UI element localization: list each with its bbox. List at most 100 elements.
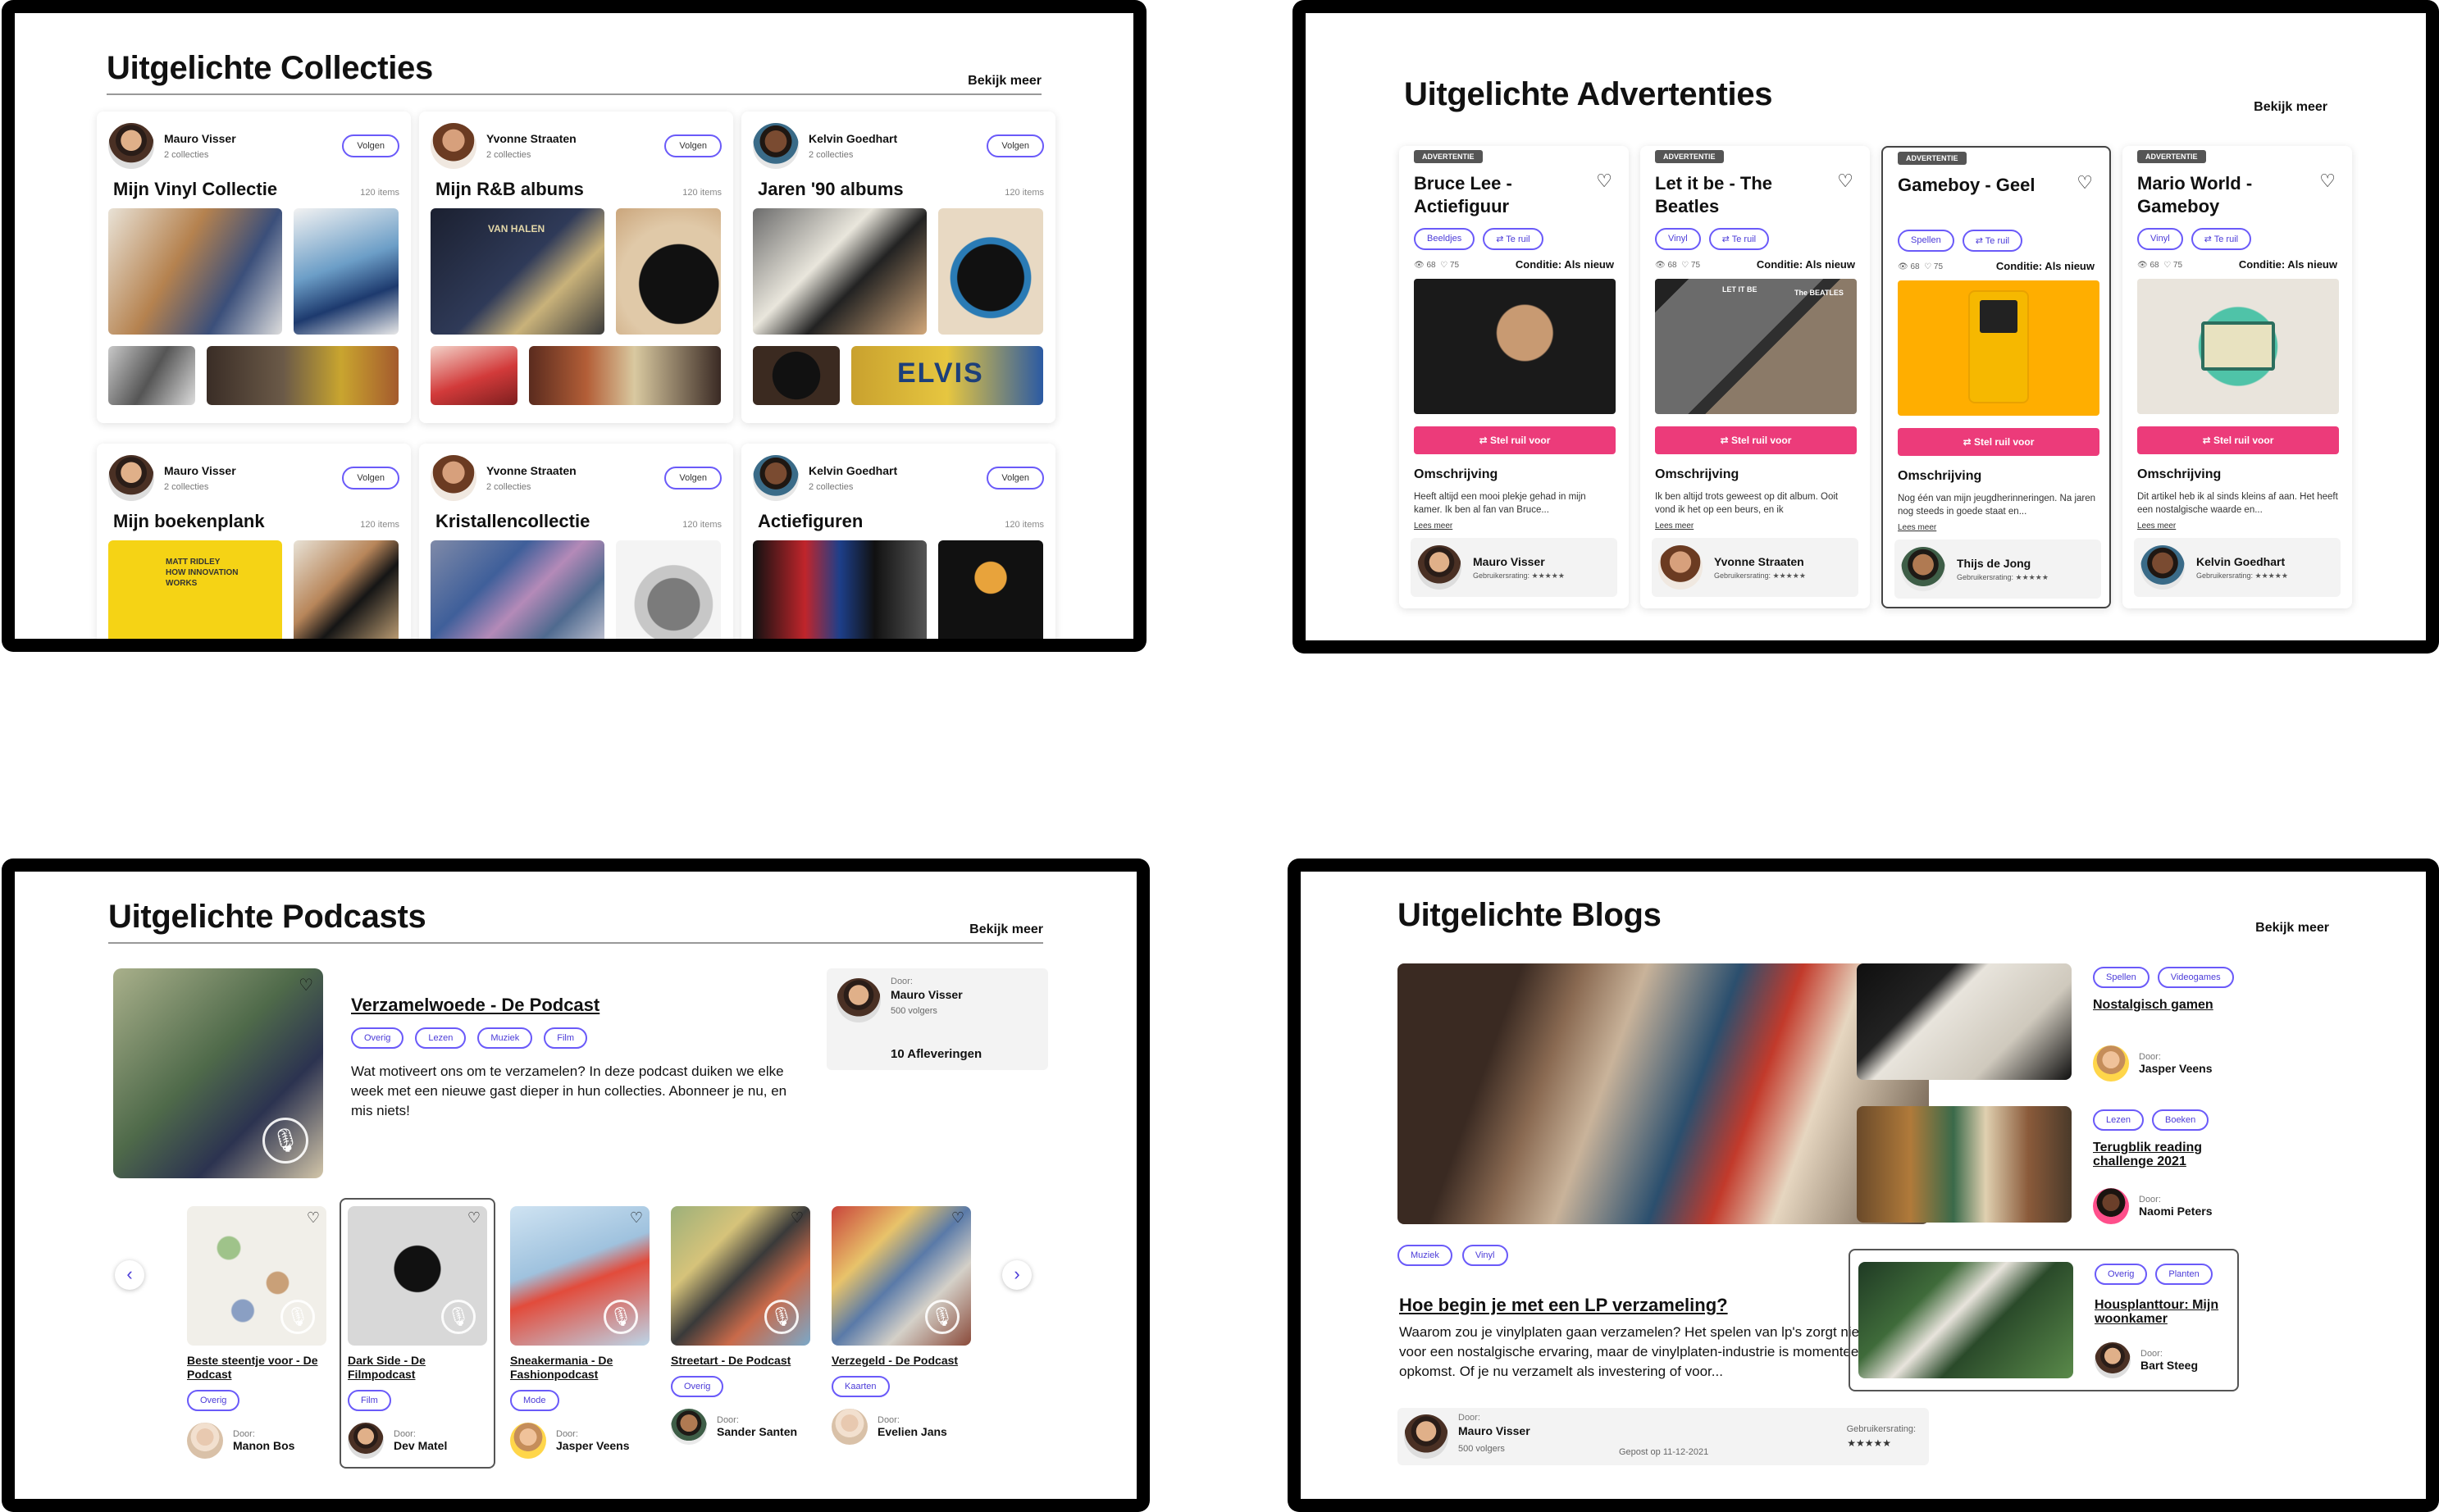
propose-trade-button[interactable]: ⇄ Stel ruil voor — [1414, 426, 1616, 454]
blog-image[interactable] — [1857, 963, 2072, 1080]
carousel-next-button[interactable]: › — [1002, 1260, 1032, 1290]
category-tag[interactable]: Vinyl — [2137, 228, 2183, 250]
podcast-image[interactable]: ♡ 🎙 — [187, 1206, 326, 1346]
blog-tag[interactable]: Planten — [2155, 1264, 2213, 1285]
collection-image[interactable] — [616, 208, 721, 335]
ad-image[interactable]: LET IT BE The BEATLES — [1655, 279, 1857, 414]
collection-card[interactable]: Mauro Visser 2 collecties Volgen Mijn boe… — [97, 444, 411, 639]
collection-card[interactable]: Yvonne Straaten 2 collecties Volgen Krist… — [419, 444, 733, 639]
propose-trade-button[interactable]: ⇄ Stel ruil voor — [1655, 426, 1857, 454]
featured-podcast-title[interactable]: Verzamelwoede - De Podcast — [351, 995, 599, 1016]
collection-image[interactable] — [753, 540, 927, 639]
collection-image[interactable] — [529, 346, 721, 405]
blog-main-title[interactable]: Hoe begin je met een LP verzameling? — [1399, 1295, 1728, 1316]
blog-tag[interactable]: Videogames — [2157, 967, 2234, 988]
podcast-card[interactable]: ♡ 🎙 Streetart - De Podcast Overig Door: Sa… — [671, 1206, 812, 1445]
blog-tag[interactable]: Vinyl — [1461, 1245, 1508, 1266]
podcasts-more-link[interactable]: Bekijk meer — [969, 922, 1043, 937]
heart-icon[interactable]: ♡ — [307, 1209, 320, 1227]
podcast-title[interactable]: Sneakermania - De Fashionpodcast — [510, 1354, 651, 1382]
podcast-tag[interactable]: Overig — [187, 1390, 240, 1411]
read-more-link[interactable]: Lees meer — [1414, 521, 1452, 531]
heart-icon[interactable]: ♡ — [951, 1209, 964, 1227]
heart-icon[interactable]: ♡ — [2319, 171, 2336, 192]
ad-image[interactable] — [2137, 279, 2339, 414]
ad-card[interactable]: ADVERTENTIE Bruce Lee - Actiefiguur ♡ Be… — [1399, 146, 1629, 608]
collection-image[interactable]: ELVIS — [851, 346, 1043, 405]
collection-image[interactable] — [616, 540, 721, 639]
collection-image[interactable] — [207, 346, 399, 405]
podcast-tag[interactable]: Film — [348, 1390, 391, 1411]
podcast-tag[interactable]: Film — [544, 1027, 588, 1049]
collection-image[interactable]: VAN HALEN — [431, 208, 604, 335]
collection-card[interactable]: Kelvin Goedhart 2 collecties Volgen Jaren… — [741, 112, 1055, 423]
podcast-image[interactable]: ♡ 🎙 — [510, 1206, 650, 1346]
collection-image[interactable] — [294, 540, 399, 639]
collection-image[interactable] — [294, 208, 399, 335]
podcast-card-selected[interactable]: ♡ 🎙 Dark Side - De Filmpodcast Film Door:… — [340, 1198, 495, 1469]
ad-card[interactable]: ADVERTENTIE Let it be - The Beatles ♡ Vi… — [1640, 146, 1870, 608]
follow-button[interactable]: Volgen — [987, 134, 1044, 157]
ad-user[interactable]: Mauro Visser Gebruikersrating: ★★★★★ — [1411, 538, 1617, 597]
heart-icon[interactable]: ♡ — [299, 975, 313, 995]
blog-title[interactable]: Nostalgisch gamen — [2093, 998, 2232, 1012]
blog-main-image[interactable] — [1397, 963, 1929, 1224]
podcast-card[interactable]: ♡ 🎙 Verzegeld - De Podcast Kaarten Door: E… — [832, 1206, 973, 1445]
heart-icon[interactable]: ♡ — [1837, 171, 1853, 192]
collection-image[interactable] — [938, 208, 1043, 335]
blog-side-item-selected[interactable]: Overig Planten Housplanttour: Mijn woonka… — [1849, 1249, 2239, 1391]
collection-image[interactable] — [108, 346, 195, 405]
heart-icon[interactable]: ♡ — [2077, 172, 2093, 194]
follow-button[interactable]: Volgen — [342, 134, 399, 157]
propose-trade-button[interactable]: ⇄ Stel ruil voor — [2137, 426, 2339, 454]
heart-icon[interactable]: ♡ — [467, 1209, 481, 1227]
heart-icon[interactable]: ♡ — [791, 1209, 804, 1227]
read-more-link[interactable]: Lees meer — [1898, 523, 1936, 532]
read-more-link[interactable]: Lees meer — [2137, 521, 2176, 531]
podcast-image[interactable]: ♡ 🎙 — [832, 1206, 971, 1346]
collection-image[interactable] — [108, 208, 282, 335]
follow-button[interactable]: Volgen — [664, 467, 722, 490]
ad-image[interactable] — [1414, 279, 1616, 414]
carousel-prev-button[interactable]: ‹ — [115, 1260, 144, 1290]
category-tag[interactable]: Beeldjes — [1414, 228, 1475, 250]
blog-tag[interactable]: Boeken — [2151, 1109, 2209, 1131]
read-more-link[interactable]: Lees meer — [1655, 521, 1694, 531]
blog-title[interactable]: Housplanttour: Mijn woonkamer — [2095, 1298, 2234, 1326]
collection-image[interactable] — [938, 540, 1043, 639]
podcast-host-card[interactable]: Door: Mauro Visser 500 volgers 10 Afleve… — [827, 968, 1048, 1070]
blog-image[interactable] — [1858, 1262, 2073, 1378]
propose-trade-button[interactable]: ⇄ Stel ruil voor — [1898, 428, 2099, 456]
ad-card[interactable]: ADVERTENTIE Mario World - Gameboy ♡ Viny… — [2122, 146, 2352, 608]
podcast-title[interactable]: Verzegeld - De Podcast — [832, 1354, 973, 1368]
ad-card-selected[interactable]: ADVERTENTIE Gameboy - Geel ♡ Spellen ⇄ Te… — [1881, 146, 2111, 608]
blog-tag[interactable]: Spellen — [2093, 967, 2150, 988]
blogs-more-link[interactable]: Bekijk meer — [2255, 921, 2329, 936]
podcast-tag[interactable]: Kaarten — [832, 1376, 890, 1397]
collection-image[interactable]: MATT RIDLEY HOW INNOVATION WORKS — [108, 540, 282, 639]
blog-tag[interactable]: Overig — [2095, 1264, 2148, 1285]
podcast-tag[interactable]: Mode — [510, 1390, 559, 1411]
ad-image[interactable] — [1898, 280, 2099, 416]
collection-card[interactable]: Yvonne Straaten 2 collecties Volgen Mijn … — [419, 112, 733, 423]
blog-tag[interactable]: Lezen — [2093, 1109, 2144, 1131]
podcast-image[interactable]: ♡ 🎙 — [671, 1206, 810, 1346]
blog-title[interactable]: Terugblik reading challenge 2021 — [2093, 1141, 2232, 1168]
podcast-card[interactable]: ♡ 🎙 Beste steentje voor - De Podcast Over… — [187, 1206, 328, 1459]
heart-icon[interactable]: ♡ — [630, 1209, 643, 1227]
category-tag[interactable]: Spellen — [1898, 230, 1954, 252]
collections-more-link[interactable]: Bekijk meer — [968, 74, 1042, 89]
collection-card[interactable]: Kelvin Goedhart 2 collecties Volgen Actie… — [741, 444, 1055, 639]
trade-tag[interactable]: ⇄ Te ruil — [1483, 228, 1543, 250]
follow-button[interactable]: Volgen — [664, 134, 722, 157]
podcast-title[interactable]: Dark Side - De Filmpodcast — [348, 1354, 487, 1382]
ad-user[interactable]: Yvonne Straaten Gebruikersrating: ★★★★★ — [1652, 538, 1858, 597]
collection-image[interactable] — [431, 540, 604, 639]
ad-user[interactable]: Kelvin Goedhart Gebruikersrating: ★★★★★ — [2134, 538, 2341, 597]
blog-side-item[interactable]: Spellen Videogames Nostalgisch gamen Door… — [1857, 963, 2234, 1086]
trade-tag[interactable]: ⇄ Te ruil — [1708, 228, 1770, 250]
trade-tag[interactable]: ⇄ Te ruil — [1962, 230, 2023, 252]
ad-user[interactable]: Thijs de Jong Gebruikersrating: ★★★★★ — [1894, 540, 2101, 599]
follow-button[interactable]: Volgen — [987, 467, 1044, 490]
follow-button[interactable]: Volgen — [342, 467, 399, 490]
